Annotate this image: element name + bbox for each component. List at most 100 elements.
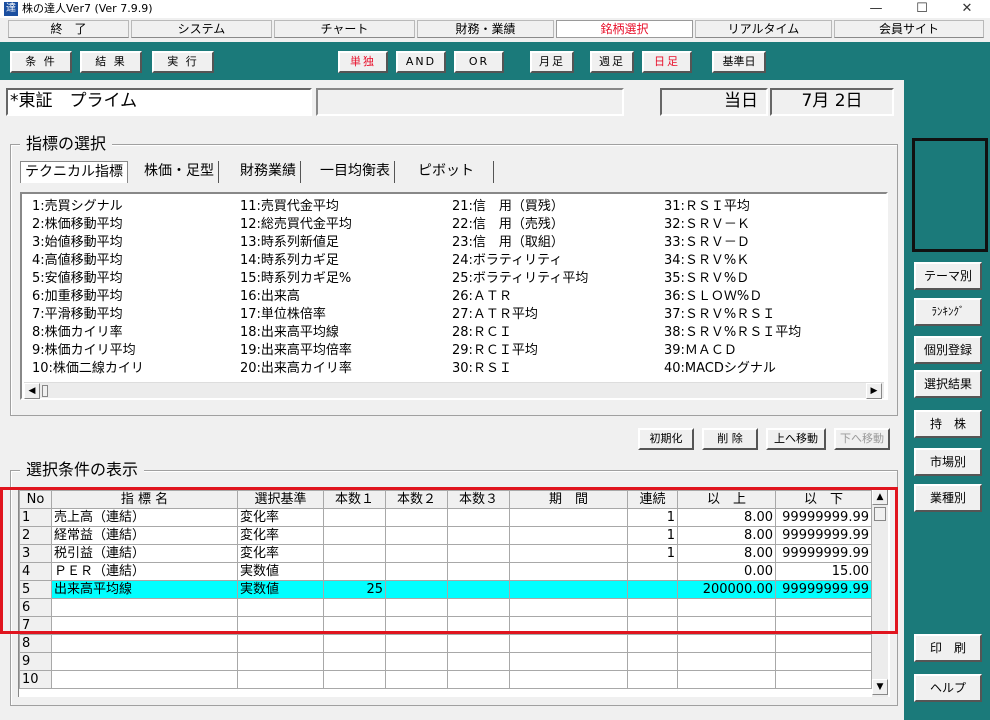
list-item[interactable]: 34:ＳＲＶ%Ｋ xyxy=(664,252,876,270)
list-item[interactable]: 29:ＲＣＩ平均 xyxy=(452,342,664,360)
daily-button[interactable]: 日足 xyxy=(642,51,692,73)
selection-result-button[interactable]: 選択結果 xyxy=(914,370,982,398)
indicator-list[interactable]: 1:売買シグナル 2:株価移動平均 3:始値移動平均 4:高値移動平均 5:安値… xyxy=(20,192,888,400)
list-item[interactable]: 2:株価移動平均 xyxy=(32,216,244,234)
print-button[interactable]: 印 刷 xyxy=(914,634,982,662)
cell-count1[interactable] xyxy=(323,670,386,689)
tab-technical[interactable]: テクニカル指標 xyxy=(20,161,128,183)
list-item[interactable]: 26:ＡＴＲ xyxy=(452,288,664,306)
cell-max[interactable] xyxy=(775,652,872,671)
cell-min[interactable] xyxy=(677,670,776,689)
individual-register-button[interactable]: 個別登録 xyxy=(914,336,982,364)
market-field[interactable]: *東証 プライム xyxy=(6,88,312,116)
list-item[interactable]: 39:ＭＡＣＤ xyxy=(664,342,876,360)
table-row[interactable]: 8 xyxy=(19,634,872,653)
list-item[interactable]: 5:安値移動平均 xyxy=(32,270,244,288)
list-item[interactable]: 15:時系列カギ足% xyxy=(240,270,452,288)
cell-count3[interactable] xyxy=(447,652,510,671)
condition-button[interactable]: 条 件 xyxy=(10,51,72,73)
table-row[interactable]: 9 xyxy=(19,652,872,671)
cell-count2[interactable] xyxy=(385,652,448,671)
list-item[interactable]: 22:信 用（売残） xyxy=(452,216,664,234)
list-item[interactable]: 3:始値移動平均 xyxy=(32,234,244,252)
cell-criteria[interactable] xyxy=(237,670,324,689)
close-icon[interactable]: ✕ xyxy=(944,0,990,18)
list-item[interactable]: 20:出来高カイリ率 xyxy=(240,360,452,378)
menu-financials[interactable]: 財務・業績 xyxy=(417,20,554,38)
list-item[interactable]: 1:売買シグナル xyxy=(32,198,244,216)
cell-indicator[interactable] xyxy=(51,670,238,689)
cell-count1[interactable] xyxy=(323,634,386,653)
cell-period[interactable] xyxy=(509,652,628,671)
list-item[interactable]: 32:ＳＲＶ－Ｋ xyxy=(664,216,876,234)
cell-period[interactable] xyxy=(509,634,628,653)
list-item[interactable]: 27:ＡＴＲ平均 xyxy=(452,306,664,324)
cell-consecutive[interactable] xyxy=(627,652,678,671)
list-item[interactable]: 30:ＲＳＩ xyxy=(452,360,664,378)
cell-criteria[interactable] xyxy=(237,652,324,671)
list-item[interactable]: 18:出来高平均線 xyxy=(240,324,452,342)
minimize-icon[interactable]: — xyxy=(853,0,899,18)
ranking-button[interactable]: ﾗﾝｷﾝｸﾞ xyxy=(914,298,982,326)
list-item[interactable]: 6:加重移動平均 xyxy=(32,288,244,306)
scroll-down-icon[interactable]: ▼ xyxy=(872,679,888,695)
cell-count2[interactable] xyxy=(385,670,448,689)
date-value[interactable]: 7月 2日 xyxy=(770,88,894,116)
by-market-button[interactable]: 市場別 xyxy=(914,448,982,476)
execute-button[interactable]: 実 行 xyxy=(152,51,214,73)
menu-realtime[interactable]: リアルタイム xyxy=(695,20,832,38)
list-item[interactable]: 10:株価二線カイリ xyxy=(32,360,244,378)
cell-criteria[interactable] xyxy=(237,634,324,653)
cell-indicator[interactable] xyxy=(51,634,238,653)
cell-consecutive[interactable] xyxy=(627,634,678,653)
reset-button[interactable]: 初期化 xyxy=(638,428,694,450)
list-item[interactable]: 38:ＳＲＶ%ＲＳＩ平均 xyxy=(664,324,876,342)
cell-min[interactable] xyxy=(677,652,776,671)
scroll-thumb[interactable] xyxy=(42,385,48,397)
horizontal-scrollbar[interactable]: ◀ ▶ xyxy=(24,382,884,399)
cell-consecutive[interactable] xyxy=(627,670,678,689)
tab-ichimoku[interactable]: 一目均衡表 xyxy=(316,161,395,183)
list-item[interactable]: 4:高値移動平均 xyxy=(32,252,244,270)
list-item[interactable]: 8:株価カイリ率 xyxy=(32,324,244,342)
list-item[interactable]: 36:ＳＬＯＷ%Ｄ xyxy=(664,288,876,306)
scroll-left-icon[interactable]: ◀ xyxy=(24,383,40,399)
cell-count3[interactable] xyxy=(447,634,510,653)
cell-min[interactable] xyxy=(677,634,776,653)
cell-count3[interactable] xyxy=(447,670,510,689)
list-item[interactable]: 21:信 用（買残） xyxy=(452,198,664,216)
monthly-button[interactable]: 月足 xyxy=(530,51,574,73)
list-item[interactable]: 35:ＳＲＶ%Ｄ xyxy=(664,270,876,288)
menu-system[interactable]: システム xyxy=(131,20,272,38)
cell-count2[interactable] xyxy=(385,634,448,653)
tab-price-candle[interactable]: 株価・足型 xyxy=(140,161,219,183)
list-item[interactable]: 24:ボラティリティ xyxy=(452,252,664,270)
weekly-button[interactable]: 週足 xyxy=(590,51,634,73)
base-date-button[interactable]: 基準日 xyxy=(712,51,766,73)
and-mode-button[interactable]: AND xyxy=(396,51,446,73)
cell-count1[interactable] xyxy=(323,652,386,671)
maximize-icon[interactable]: ☐ xyxy=(899,0,945,18)
list-item[interactable]: 28:ＲＣＩ xyxy=(452,324,664,342)
theme-button[interactable]: テーマ別 xyxy=(914,262,982,290)
list-item[interactable]: 17:単位株倍率 xyxy=(240,306,452,324)
tab-pivot[interactable]: ピボット xyxy=(414,161,494,183)
menu-member-site[interactable]: 会員サイト xyxy=(834,20,984,38)
list-item[interactable]: 14:時系列カギ足 xyxy=(240,252,452,270)
list-item[interactable]: 25:ボラティリティ平均 xyxy=(452,270,664,288)
list-item[interactable]: 33:ＳＲＶ－Ｄ xyxy=(664,234,876,252)
result-button[interactable]: 結 果 xyxy=(80,51,142,73)
list-item[interactable]: 16:出来高 xyxy=(240,288,452,306)
or-mode-button[interactable]: OR xyxy=(454,51,504,73)
list-item[interactable]: 11:売買代金平均 xyxy=(240,198,452,216)
menu-chart[interactable]: チャート xyxy=(274,20,415,38)
by-industry-button[interactable]: 業種別 xyxy=(914,484,982,512)
cell-max[interactable] xyxy=(775,634,872,653)
delete-button[interactable]: 削 除 xyxy=(702,428,758,450)
cell-max[interactable] xyxy=(775,670,872,689)
list-item[interactable]: 37:ＳＲＶ%ＲＳＩ xyxy=(664,306,876,324)
list-item[interactable]: 19:出来高平均倍率 xyxy=(240,342,452,360)
list-item[interactable]: 23:信 用（取組） xyxy=(452,234,664,252)
scroll-right-icon[interactable]: ▶ xyxy=(866,383,882,399)
help-button[interactable]: ヘルプ xyxy=(914,674,982,702)
